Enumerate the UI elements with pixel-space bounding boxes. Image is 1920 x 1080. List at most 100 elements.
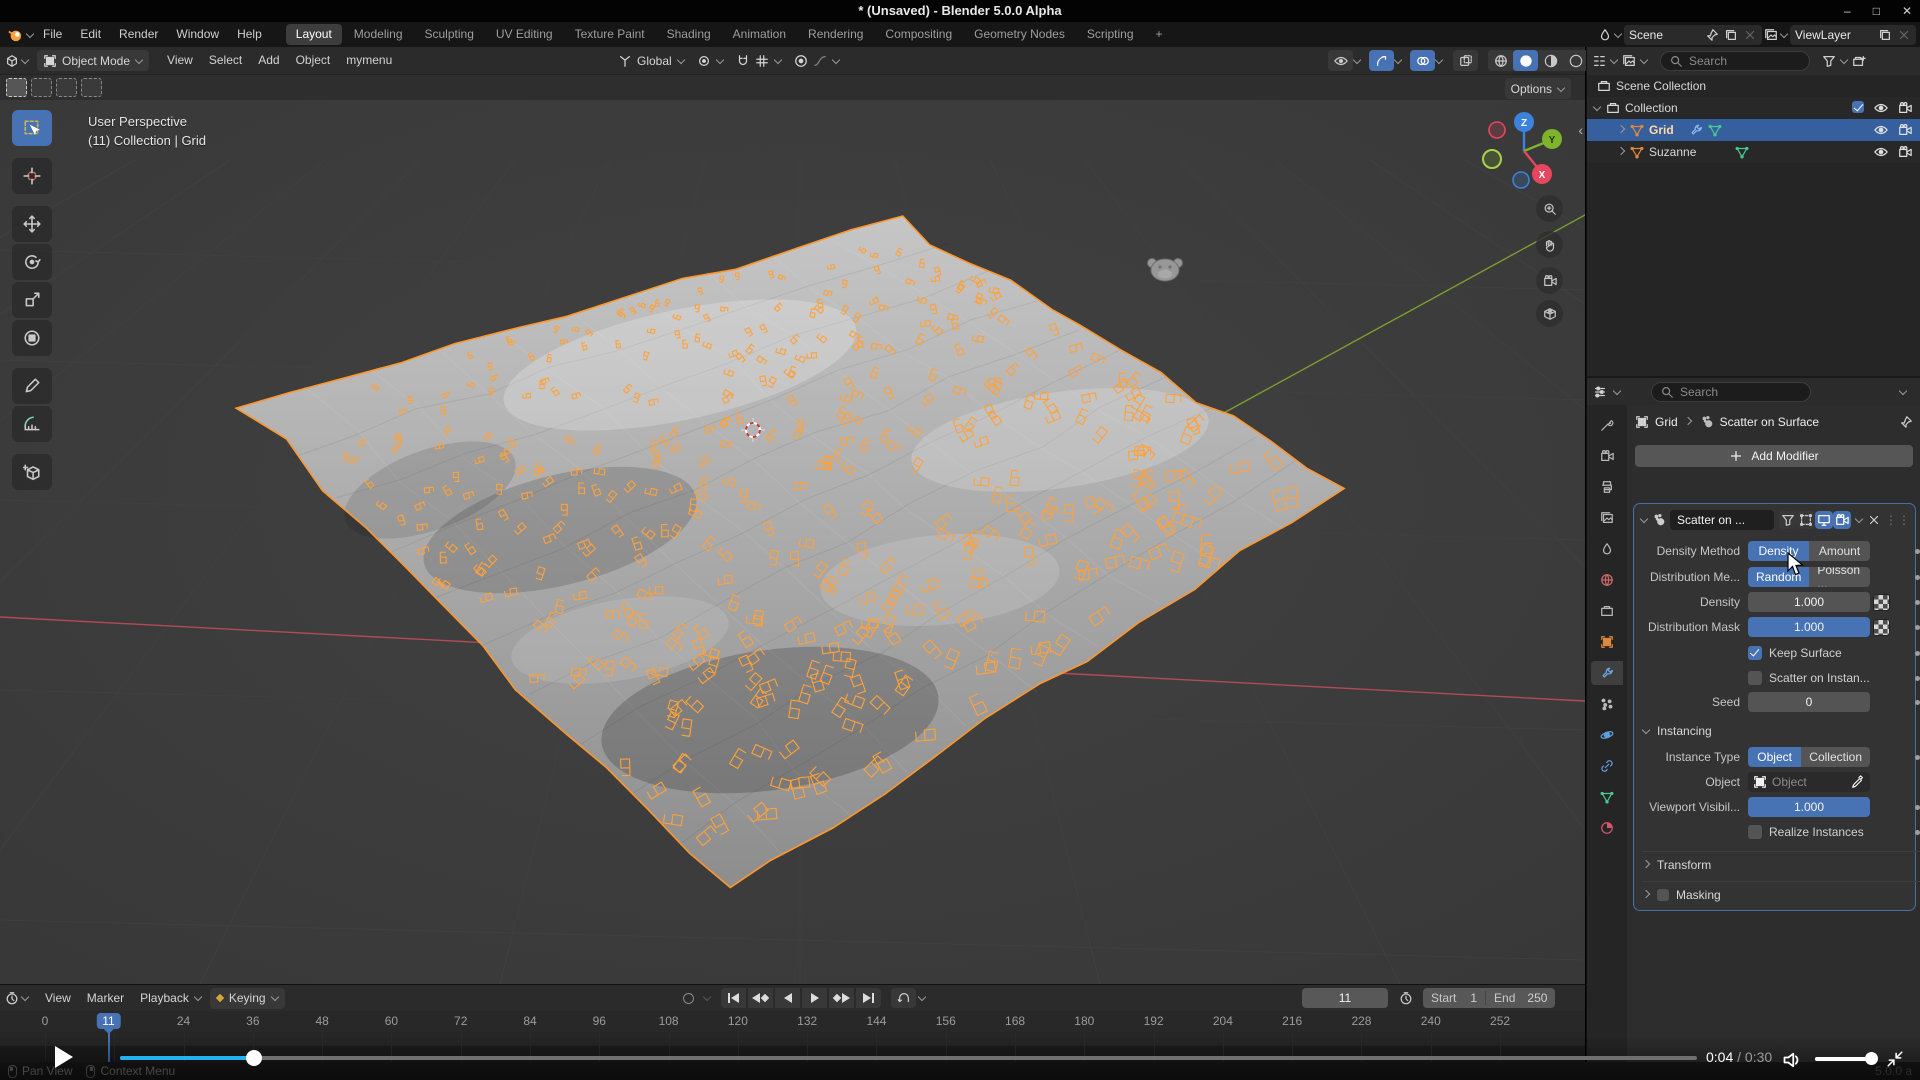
playhead-badge[interactable]: 11: [96, 1013, 120, 1029]
show-overlays-toggle[interactable]: [1410, 50, 1435, 71]
topbar-menu-edit[interactable]: Edit: [71, 22, 110, 47]
properties-options-chevron-icon[interactable]: [1899, 386, 1907, 394]
viewlayer-selector-chevron-icon[interactable]: [1780, 29, 1788, 37]
workspace-tab-sculpting[interactable]: Sculpting: [415, 24, 484, 45]
editor-type-icon[interactable]: [1593, 385, 1607, 399]
density-method-segmented[interactable]: Density Amount: [1748, 541, 1870, 561]
viewport-zoom-button[interactable]: [1536, 195, 1563, 222]
masking-section-header[interactable]: Masking: [1642, 881, 1920, 907]
blender-logo-icon[interactable]: [8, 28, 22, 42]
instancing-section-header[interactable]: Instancing: [1642, 720, 1920, 742]
tool-cursor[interactable]: [12, 158, 52, 194]
properties-tab-particles[interactable]: [1591, 692, 1623, 716]
tool-scale[interactable]: [12, 282, 52, 318]
options-button[interactable]: Options: [1505, 78, 1571, 99]
overlays-chevron-icon[interactable]: [1435, 55, 1443, 63]
object-visibility-dropdown[interactable]: [1328, 50, 1353, 71]
hide-viewport-icon[interactable]: [1874, 101, 1888, 115]
animate-dot[interactable]: [1915, 700, 1920, 705]
hide-viewport-icon[interactable]: [1874, 145, 1888, 159]
transform-section-header[interactable]: Transform: [1642, 851, 1920, 877]
start-frame-field[interactable]: Start1: [1423, 991, 1486, 1005]
playback-dropdown[interactable]: Playback: [134, 988, 208, 1009]
show-gizmo-toggle[interactable]: [1369, 50, 1394, 71]
modifier-edit-mode-toggle[interactable]: [1779, 511, 1797, 529]
breadcrumb-object[interactable]: Grid: [1655, 415, 1678, 429]
exit-fullscreen-icon[interactable]: [1886, 1050, 1904, 1068]
animate-dot[interactable]: [1915, 676, 1920, 681]
collection-exclude-checkbox[interactable]: [1852, 101, 1864, 113]
transport-key-prev-button[interactable]: [748, 988, 773, 1008]
transport-jump-start-button[interactable]: [721, 988, 746, 1008]
panel-collapse-chevron-icon[interactable]: [1640, 515, 1648, 523]
workspace-tab-scripting[interactable]: Scripting: [1077, 24, 1144, 45]
navigation-gizmo[interactable]: Z Y X: [1481, 110, 1567, 196]
mesh-data-icon[interactable]: [1708, 123, 1722, 137]
animate-dot[interactable]: [1915, 651, 1920, 656]
hide-viewport-icon[interactable]: [1874, 123, 1888, 137]
amount-option[interactable]: Amount: [1809, 541, 1870, 561]
collection-option[interactable]: Collection: [1801, 747, 1870, 767]
object-option[interactable]: Object: [1748, 747, 1801, 767]
workspace-tab-rendering[interactable]: Rendering: [798, 24, 873, 45]
modifier-extras-chevron-icon[interactable]: [1855, 515, 1863, 523]
delete-viewlayer-icon[interactable]: [1897, 28, 1911, 42]
topbar-menu-file[interactable]: File: [34, 22, 71, 47]
topbar-menu-render[interactable]: Render: [110, 22, 167, 47]
properties-tab-world[interactable]: [1591, 568, 1623, 592]
window-minimize-button[interactable]: –: [1844, 4, 1851, 18]
viewport-camera-button[interactable]: [1536, 267, 1563, 294]
viewport-menu-view[interactable]: View: [159, 50, 201, 71]
modifier-render-toggle[interactable]: [1833, 511, 1851, 529]
scene-name-field[interactable]: Scene: [1624, 25, 1762, 45]
end-frame-field[interactable]: End250: [1486, 991, 1555, 1005]
volume-icon[interactable]: [1782, 1050, 1802, 1070]
player-progress-bar[interactable]: [120, 1056, 1697, 1060]
use-preview-range-button[interactable]: [1393, 988, 1418, 1009]
proportional-editing-dropdown[interactable]: [788, 50, 846, 71]
scene-selector-chevron-icon[interactable]: [1614, 29, 1622, 37]
disable-render-icon[interactable]: [1898, 123, 1912, 137]
properties-tab-scene[interactable]: [1591, 537, 1623, 561]
add-modifier-button[interactable]: Add Modifier: [1635, 445, 1913, 467]
timeline-menu-marker[interactable]: Marker: [79, 988, 132, 1009]
viewlayer-name-field[interactable]: ViewLayer: [1790, 25, 1916, 45]
animate-dot[interactable]: [1915, 600, 1920, 605]
display-mode-chevron-icon[interactable]: [1610, 56, 1618, 64]
workspace-tab-texture-paint[interactable]: Texture Paint: [565, 24, 655, 45]
tool-select-box[interactable]: [12, 110, 52, 146]
restriction-chevron-icon[interactable]: [1640, 56, 1648, 64]
properties-tab-object[interactable]: [1591, 630, 1623, 654]
player-volume-knob[interactable]: [1865, 1052, 1878, 1065]
object-icon[interactable]: [1635, 415, 1649, 429]
keep-surface-checkbox[interactable]: [1748, 646, 1762, 660]
disable-render-icon[interactable]: [1898, 101, 1912, 115]
editor-type-chevron-icon[interactable]: [1613, 386, 1621, 394]
masking-checkbox[interactable]: [1657, 889, 1669, 901]
select-mode-new[interactable]: [6, 78, 27, 97]
player-play-button[interactable]: [55, 1046, 73, 1068]
properties-tab-physics[interactable]: [1591, 723, 1623, 747]
workspace-tab-compositing[interactable]: Compositing: [875, 24, 962, 45]
outliner-row-grid[interactable]: Grid: [1587, 119, 1920, 141]
xray-toggle[interactable]: [1453, 50, 1478, 71]
grid-expand-chevron-icon[interactable]: [1617, 125, 1625, 133]
viewport-3d[interactable]: User Perspective (11) Collection | Grid …: [0, 100, 1585, 984]
eyedropper-icon[interactable]: [1851, 775, 1865, 789]
mask-texture-button[interactable]: [1873, 619, 1890, 636]
scatter-on-instances-checkbox[interactable]: [1748, 671, 1762, 685]
modifier-close-icon[interactable]: [1867, 513, 1881, 527]
viewport-pan-button[interactable]: [1536, 231, 1563, 258]
player-progress-knob[interactable]: [246, 1050, 262, 1066]
timeline-ruler[interactable]: 0243648607284961081201321441561681801922…: [0, 1011, 1585, 1032]
viewport-menu-select[interactable]: Select: [201, 50, 250, 71]
funnel-chevron-icon[interactable]: [1840, 56, 1848, 64]
window-close-button[interactable]: ✕: [1902, 4, 1912, 18]
scene-canvas[interactable]: [0, 100, 1585, 984]
breadcrumb-modifier[interactable]: Scatter on Surface: [1720, 415, 1819, 429]
transport-play-button[interactable]: [802, 988, 827, 1008]
distribution-method-segmented[interactable]: Random Poisson ...: [1748, 567, 1870, 587]
pin-icon[interactable]: [1899, 415, 1913, 429]
poisson-option[interactable]: Poisson ...: [1809, 567, 1870, 587]
tool-rotate[interactable]: [12, 244, 52, 280]
